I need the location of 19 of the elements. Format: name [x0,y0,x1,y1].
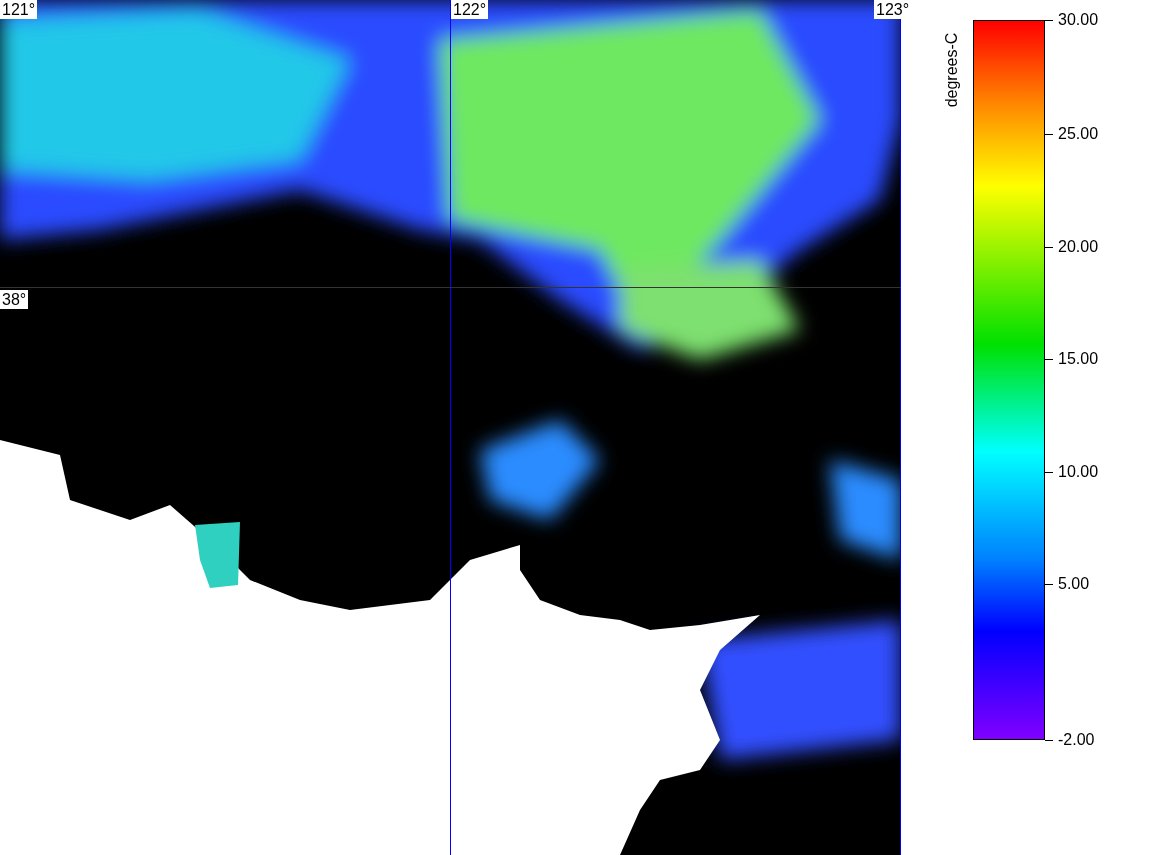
tick-mark [1045,20,1053,21]
tick-mark [1045,472,1053,473]
tick-label: 30.00 [1058,11,1099,29]
tick-mark [1045,584,1053,585]
tick-label: 20.00 [1058,238,1099,256]
tick-mark [1045,359,1053,360]
tick-label: 15.00 [1058,350,1099,368]
tick-label: 25.00 [1058,125,1099,143]
tick-mark [1045,247,1053,248]
longitude-label: 121° [0,0,38,19]
tick-label: 5.00 [1058,575,1090,593]
longitude-label: 122° [451,0,489,19]
latitude-label: 38° [0,290,29,309]
tick-label: -2.00 [1058,731,1095,749]
colorbar-unit-label: degrees-C [943,32,961,108]
longitude-label: 123° [874,0,912,19]
tick-mark [1045,134,1053,135]
tick-label: 10.00 [1058,463,1099,481]
tick-mark [1045,740,1053,741]
